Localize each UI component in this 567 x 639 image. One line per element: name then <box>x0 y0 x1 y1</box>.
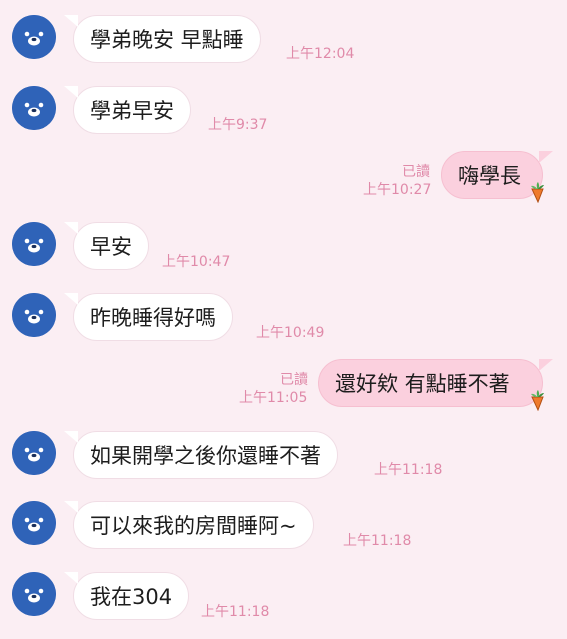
message-bubble[interactable]: 學弟晚安 早點睡 <box>64 15 261 63</box>
avatar[interactable] <box>12 501 56 545</box>
message-timestamp: 上午9:37 <box>208 117 268 133</box>
bear-face-icon <box>12 222 56 266</box>
message-row-outgoing: 已讀 上午10:27 嗨學長 <box>0 151 567 203</box>
message-timestamp: 上午10:27 <box>363 182 432 198</box>
message-bubble[interactable]: 可以來我的房間睡阿~ <box>64 501 314 549</box>
message-timestamp: 上午11:18 <box>374 462 443 478</box>
message-row-incoming: 可以來我的房間睡阿~ 上午11:18 <box>0 499 567 551</box>
message-bubble[interactable]: 學弟早安 <box>64 86 191 134</box>
chat-area: 學弟晚安 早點睡 上午12:04 學弟早安 上午9:37 已讀 上午10:27 … <box>0 0 567 639</box>
avatar[interactable] <box>12 572 56 616</box>
avatar[interactable] <box>12 15 56 59</box>
message-timestamp: 上午11:18 <box>201 604 270 620</box>
read-receipt: 已讀 <box>402 164 430 180</box>
bear-face-icon <box>12 15 56 59</box>
bear-face-icon <box>12 86 56 130</box>
message-timestamp: 上午11:18 <box>343 533 412 549</box>
message-row-incoming: 昨晚睡得好嗎 上午10:49 <box>0 291 567 343</box>
message-bubble[interactable]: 還好欸 有點睡不著 <box>318 359 553 407</box>
bear-face-icon <box>12 572 56 616</box>
message-row-outgoing: 已讀 上午11:05 還好欸 有點睡不著 <box>0 359 567 411</box>
bear-face-icon <box>12 431 56 475</box>
message-timestamp: 上午10:47 <box>162 254 231 270</box>
message-timestamp: 上午12:04 <box>286 46 355 62</box>
carrot-sticker-icon <box>531 390 544 411</box>
message-row-incoming: 學弟晚安 早點睡 上午12:04 <box>0 13 567 65</box>
carrot-sticker-icon <box>531 182 544 203</box>
bear-face-icon <box>12 501 56 545</box>
message-row-incoming: 我在304 上午11:18 <box>0 570 567 622</box>
message-bubble[interactable]: 早安 <box>64 222 149 270</box>
avatar[interactable] <box>12 293 56 337</box>
message-bubble[interactable]: 昨晚睡得好嗎 <box>64 293 233 341</box>
avatar[interactable] <box>12 86 56 130</box>
message-row-incoming: 如果開學之後你還睡不著 上午11:18 <box>0 429 567 481</box>
bear-face-icon <box>12 293 56 337</box>
message-timestamp: 上午11:05 <box>239 390 308 406</box>
message-timestamp: 上午10:49 <box>256 325 325 341</box>
read-receipt: 已讀 <box>280 372 308 388</box>
message-row-incoming: 早安 上午10:47 <box>0 220 567 272</box>
avatar[interactable] <box>12 222 56 266</box>
message-bubble[interactable]: 如果開學之後你還睡不著 <box>64 431 338 479</box>
message-bubble[interactable]: 我在304 <box>63 572 190 620</box>
avatar[interactable] <box>12 431 56 475</box>
message-row-incoming: 學弟早安 上午9:37 <box>0 84 567 136</box>
